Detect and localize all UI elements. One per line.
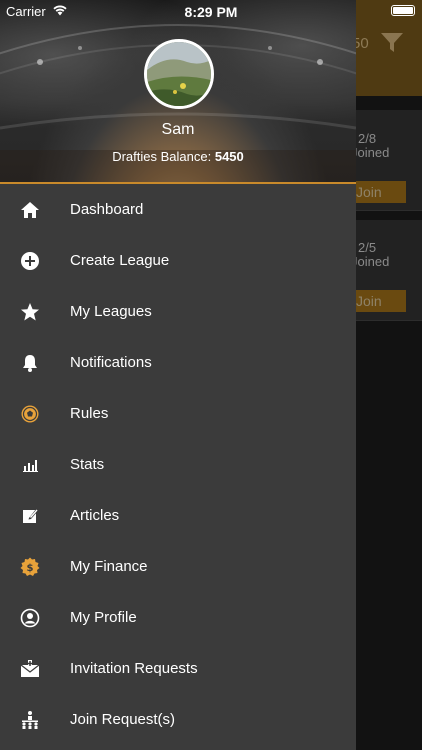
balance-label: Drafties Balance:: [112, 149, 212, 164]
team-icon: [19, 709, 41, 731]
menu-item-invitation-requests[interactable]: Invitation Requests: [0, 643, 356, 694]
menu-item-my-profile[interactable]: My Profile: [0, 592, 356, 643]
status-bar: Carrier 8:29 PM: [0, 0, 422, 22]
menu-item-label: Articles: [70, 507, 120, 524]
menu-item-create-league[interactable]: Create League: [0, 235, 356, 286]
balance-value: 5450: [214, 149, 244, 164]
card-player-count: 2/5: [358, 240, 377, 255]
card-joined-label: Joined: [351, 254, 390, 269]
bell-icon: [19, 352, 41, 374]
filter-icon[interactable]: [380, 32, 404, 54]
profile-photo: [147, 42, 211, 106]
menu-item-articles[interactable]: Articles: [0, 490, 356, 541]
menu-item-label: My Finance: [70, 558, 148, 575]
status-time: 8:29 PM: [184, 4, 238, 20]
join-button[interactable]: Join: [355, 181, 406, 203]
user-name: Sam: [161, 121, 195, 138]
menu-item-label: Join Request(s): [70, 711, 176, 728]
menu-item-label: Dashboard: [70, 201, 144, 218]
menu-item-label: Create League: [70, 252, 170, 269]
menu-item-join-requests[interactable]: Join Request(s): [0, 694, 356, 745]
navigation-drawer: Sam Drafties Balance: 5450 Dashboard Cre…: [0, 0, 356, 750]
drawer-header: Sam Drafties Balance: 5450: [0, 0, 356, 182]
soccer-ball-icon: [19, 403, 41, 425]
plus-circle-icon: [19, 250, 41, 272]
battery-icon: [391, 5, 415, 16]
menu-item-my-finance[interactable]: $ My Finance: [0, 541, 356, 592]
card-joined-label: Joined: [351, 145, 390, 160]
avatar[interactable]: [144, 39, 214, 109]
envelope-plus-icon: [19, 658, 41, 680]
star-icon: [19, 301, 41, 323]
menu-item-dashboard[interactable]: Dashboard: [0, 184, 356, 235]
menu-item-rules[interactable]: Rules: [0, 388, 356, 439]
svg-text:$: $: [27, 563, 34, 574]
card-player-count: 2/8: [358, 131, 377, 146]
menu-item-label: Rules: [70, 405, 109, 422]
dollar-badge-icon: $: [19, 556, 41, 578]
menu-item-label: Invitation Requests: [70, 660, 198, 677]
menu-item-label: My Profile: [70, 609, 137, 626]
menu-item-label: My Leagues: [70, 303, 152, 320]
drawer-menu: Dashboard Create League My Leagues Notif…: [0, 184, 356, 745]
user-circle-icon: [19, 607, 41, 629]
home-icon: [19, 199, 41, 221]
menu-item-notifications[interactable]: Notifications: [0, 337, 356, 388]
menu-item-label: Notifications: [70, 354, 152, 371]
join-button[interactable]: Join: [355, 290, 406, 312]
menu-item-my-leagues[interactable]: My Leagues: [0, 286, 356, 337]
menu-item-label: Stats: [70, 456, 105, 473]
bar-chart-icon: [19, 454, 41, 476]
menu-item-stats[interactable]: Stats: [0, 439, 356, 490]
edit-icon: [19, 505, 41, 527]
drafties-balance: Drafties Balance: 5450: [0, 149, 356, 164]
